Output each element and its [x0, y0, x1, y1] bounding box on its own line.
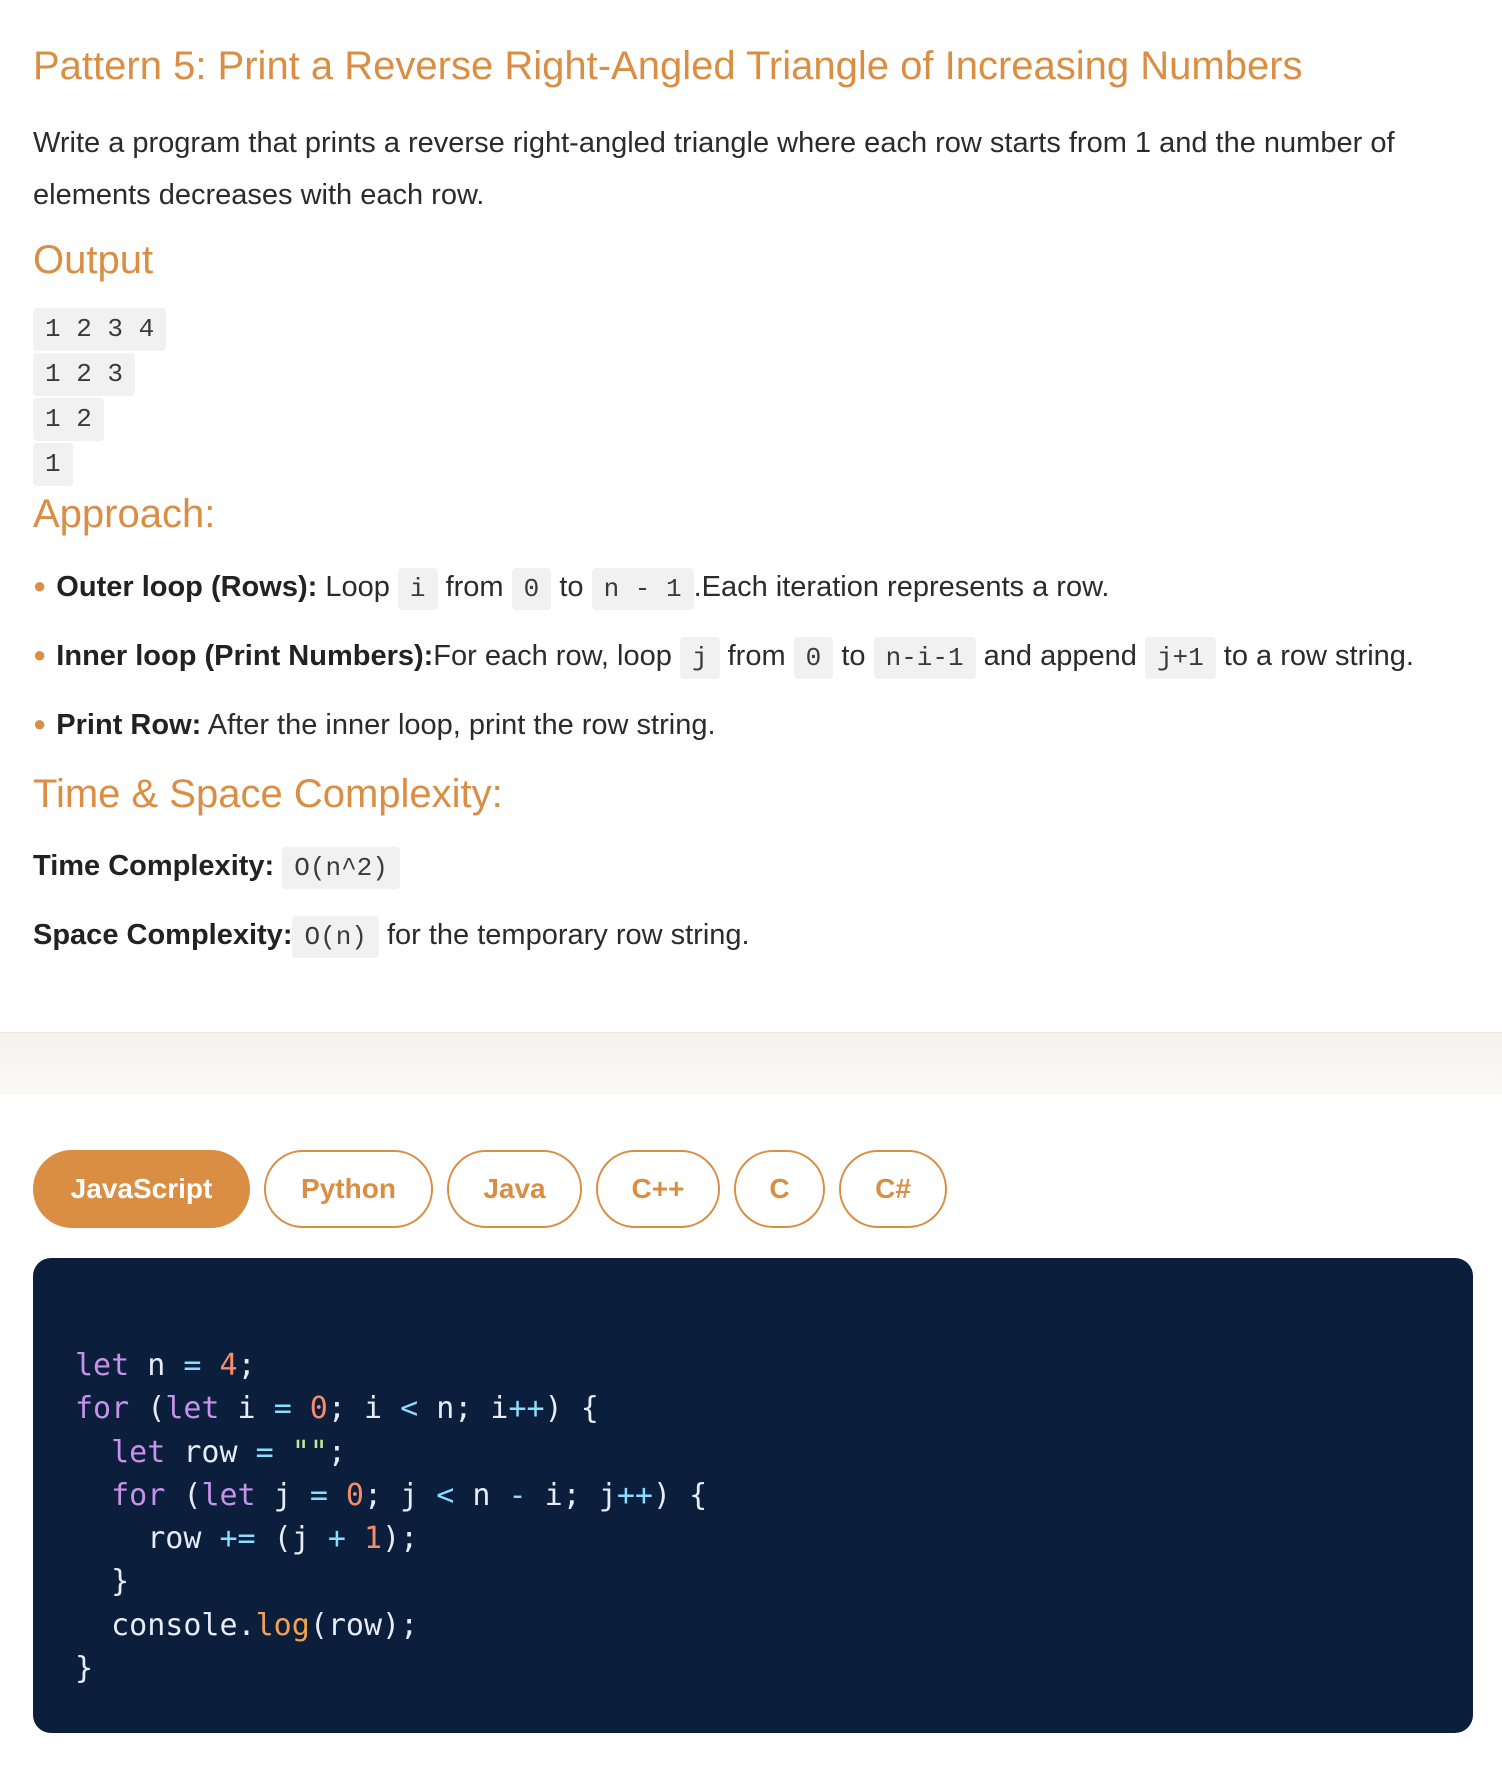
approach-item-outer-loop: ● Outer loop (Rows): Loop i from 0 to n -… — [33, 562, 1109, 613]
code-block[interactable]: let n = 4; for (let i = 0; i < n; i++) {… — [33, 1258, 1473, 1733]
output-line: 1 2 — [33, 398, 104, 441]
code-token: ) { — [653, 1477, 708, 1513]
space-complexity: Space Complexity: O(n) for the temporary … — [33, 911, 750, 961]
inline-code: 0 — [511, 568, 552, 610]
code-token: ( — [129, 1391, 166, 1427]
code-token: } — [75, 1651, 94, 1687]
code-listing: let n = 4; for (let i = 0; i < n; i++) {… — [75, 1344, 707, 1690]
approach-text: Loop — [317, 571, 398, 603]
code-token: = — [183, 1348, 202, 1383]
inline-code: 0 — [793, 637, 834, 679]
code-token: for — [111, 1477, 166, 1513]
output-line: 1 2 3 4 — [33, 308, 167, 351]
code-token: for — [75, 1391, 130, 1427]
code-token: } — [75, 1564, 130, 1600]
code-token: console. — [75, 1607, 256, 1643]
tab-javascript[interactable]: JavaScript — [33, 1150, 250, 1228]
code-token: let — [201, 1477, 256, 1513]
code-token: ; — [237, 1348, 256, 1383]
approach-label: Inner loop (Print Numbers): — [56, 640, 434, 672]
output-line: 1 2 3 — [33, 353, 136, 396]
approach-item-inner-loop: ● Inner loop (Print Numbers):For each row… — [33, 631, 1414, 682]
code-token: let — [75, 1348, 130, 1383]
inline-code: n - 1 — [591, 568, 694, 610]
code-token: 1 — [345, 1521, 383, 1557]
bullet-icon: ● — [33, 711, 47, 736]
code-token: + — [327, 1521, 346, 1557]
code-token: < — [400, 1391, 419, 1427]
section-divider — [0, 1032, 1502, 1095]
space-complexity-value: O(n) — [292, 916, 379, 958]
code-token: = — [309, 1477, 328, 1513]
code-token: = — [255, 1434, 274, 1470]
code-token: let — [165, 1391, 220, 1427]
time-complexity-value: O(n^2) — [282, 847, 400, 889]
approach-text: After the inner loop, print the row stri… — [201, 709, 716, 741]
inline-code: j+1 — [1144, 637, 1216, 679]
code-token: 0 — [291, 1391, 328, 1427]
code-token: i; j — [526, 1477, 617, 1513]
approach-text: .Each iteration represents a row. — [693, 571, 1110, 603]
bullet-icon: ● — [33, 642, 47, 667]
problem-description: Write a program that prints a reverse ri… — [33, 127, 1395, 211]
code-token: += — [219, 1521, 256, 1557]
output-line: 1 — [33, 443, 73, 486]
code-token: let — [111, 1434, 166, 1470]
inline-code: n-i-1 — [873, 637, 976, 679]
time-complexity-label: Time Complexity: — [33, 850, 275, 882]
language-tabs: JavaScript Python Java C++ C C# — [33, 1150, 947, 1228]
approach-item-print-row: ● Print Row: After the inner loop, print … — [33, 700, 716, 749]
approach-text: to — [551, 571, 592, 603]
code-token: 0 — [327, 1477, 364, 1513]
code-token: "" — [273, 1434, 328, 1470]
time-complexity: Time Complexity: O(n^2) — [33, 842, 400, 892]
code-token: ++ — [616, 1477, 653, 1513]
code-token: ; j — [364, 1477, 437, 1513]
code-token: ); — [382, 1521, 419, 1557]
approach-text: to a row string. — [1215, 640, 1414, 672]
space-complexity-note: for the temporary row string. — [378, 919, 750, 951]
code-token: ) { — [544, 1391, 599, 1427]
code-token: = — [273, 1391, 292, 1427]
approach-heading: Approach: — [33, 492, 216, 536]
code-token: (row); — [309, 1607, 419, 1643]
tab-csharp[interactable]: C# — [839, 1150, 947, 1228]
space-complexity-label: Space Complexity: — [33, 919, 293, 951]
tab-python[interactable]: Python — [264, 1150, 433, 1228]
code-token: n; i — [418, 1391, 509, 1427]
code-token: row — [165, 1434, 256, 1470]
approach-text: to — [833, 640, 874, 672]
code-token: log — [255, 1607, 310, 1643]
complexity-heading: Time & Space Complexity: — [33, 772, 503, 816]
code-token: ; — [327, 1434, 346, 1470]
approach-text: from — [719, 640, 794, 672]
code-token: ; i — [327, 1391, 401, 1427]
code-token: ++ — [508, 1391, 545, 1427]
approach-text: from — [437, 571, 512, 603]
code-token: n — [454, 1477, 509, 1513]
output-heading: Output — [33, 238, 154, 282]
approach-text: For each row, loop — [433, 640, 680, 672]
code-token: n — [129, 1348, 184, 1383]
code-token: - — [508, 1477, 527, 1513]
code-token: row — [75, 1521, 220, 1557]
code-token: 4 — [201, 1348, 238, 1383]
tab-java[interactable]: Java — [447, 1150, 582, 1228]
page-title: Pattern 5: Print a Reverse Right-Angled … — [33, 44, 1303, 88]
tab-c[interactable]: C — [734, 1150, 825, 1228]
approach-text: and append — [975, 640, 1145, 672]
code-token: j — [255, 1477, 310, 1513]
code-token: i — [219, 1391, 274, 1427]
code-token: (j — [255, 1521, 328, 1557]
approach-label: Print Row: — [56, 709, 202, 741]
code-token: ( — [165, 1477, 202, 1513]
inline-code: j — [679, 637, 720, 679]
tab-cpp[interactable]: C++ — [596, 1150, 720, 1228]
approach-label: Outer loop (Rows): — [56, 571, 318, 603]
inline-code: i — [397, 568, 438, 610]
code-token: < — [436, 1477, 455, 1513]
bullet-icon: ● — [33, 573, 47, 598]
